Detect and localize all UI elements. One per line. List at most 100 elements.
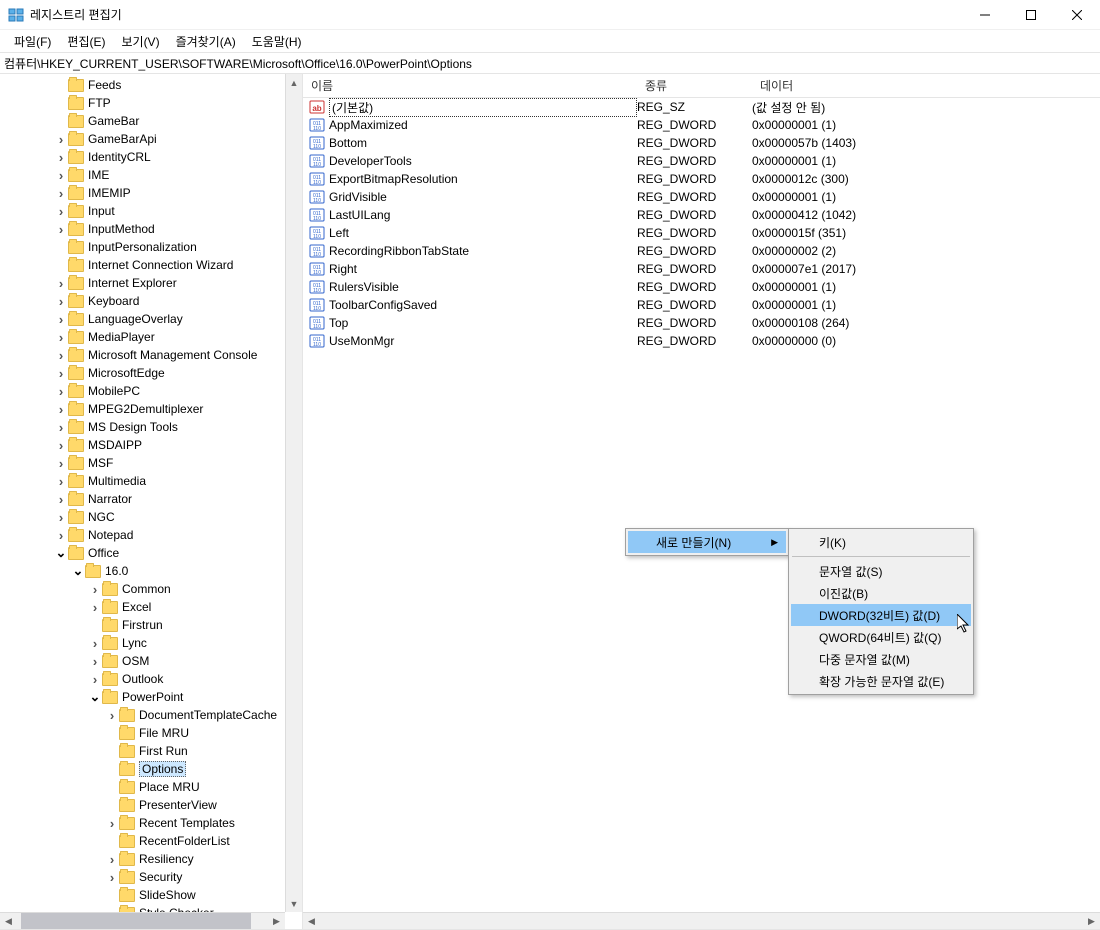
- column-type[interactable]: 종류: [637, 74, 752, 97]
- tree-item[interactable]: ›MSDAIPP: [4, 436, 302, 454]
- value-row[interactable]: 011110DeveloperToolsREG_DWORD0x00000001 …: [303, 152, 1100, 170]
- close-button[interactable]: [1054, 0, 1100, 30]
- chevron-right-icon[interactable]: ›: [55, 457, 67, 469]
- submenu-binary[interactable]: 이진값(B): [791, 582, 971, 604]
- value-row[interactable]: 011110AppMaximizedREG_DWORD0x00000001 (1…: [303, 116, 1100, 134]
- chevron-right-icon[interactable]: ›: [55, 223, 67, 235]
- tree-item[interactable]: Feeds: [4, 76, 302, 94]
- submenu-string[interactable]: 문자열 값(S): [791, 560, 971, 582]
- chevron-right-icon[interactable]: ›: [55, 493, 67, 505]
- tree-item[interactable]: ›Notepad: [4, 526, 302, 544]
- tree-item[interactable]: ›GameBarApi: [4, 130, 302, 148]
- tree-item[interactable]: ›Internet Explorer: [4, 274, 302, 292]
- chevron-right-icon[interactable]: ›: [55, 151, 67, 163]
- menu-view[interactable]: 보기(V): [113, 31, 167, 52]
- tree-item[interactable]: FTP: [4, 94, 302, 112]
- value-row[interactable]: 011110TopREG_DWORD0x00000108 (264): [303, 314, 1100, 332]
- value-list-pane[interactable]: 이름 종류 데이터 ab(기본값)REG_SZ(값 설정 안 됨)011110A…: [303, 74, 1100, 929]
- tree-item[interactable]: ›OSM: [4, 652, 302, 670]
- scroll-right-icon[interactable]: ▶: [1083, 913, 1100, 930]
- tree-item[interactable]: ›Outlook: [4, 670, 302, 688]
- chevron-right-icon[interactable]: ›: [55, 439, 67, 451]
- tree-item[interactable]: ›MobilePC: [4, 382, 302, 400]
- chevron-right-icon[interactable]: ›: [106, 709, 118, 721]
- value-row[interactable]: 011110LeftREG_DWORD0x0000015f (351): [303, 224, 1100, 242]
- chevron-right-icon[interactable]: ›: [55, 295, 67, 307]
- tree-item[interactable]: SlideShow: [4, 886, 302, 904]
- submenu-multi[interactable]: 다중 문자열 값(M): [791, 648, 971, 670]
- chevron-down-icon[interactable]: ⌄: [89, 691, 101, 703]
- tree-item[interactable]: RecentFolderList: [4, 832, 302, 850]
- tree-item[interactable]: ›Common: [4, 580, 302, 598]
- tree-item[interactable]: ›Input: [4, 202, 302, 220]
- tree-item[interactable]: Firstrun: [4, 616, 302, 634]
- value-row[interactable]: 011110ExportBitmapResolutionREG_DWORD0x0…: [303, 170, 1100, 188]
- menu-help[interactable]: 도움말(H): [244, 31, 310, 52]
- tree-item[interactable]: ›MPEG2Demultiplexer: [4, 400, 302, 418]
- tree-item[interactable]: File MRU: [4, 724, 302, 742]
- submenu-key[interactable]: 키(K): [791, 531, 971, 553]
- chevron-right-icon[interactable]: ›: [55, 169, 67, 181]
- tree-item[interactable]: GameBar: [4, 112, 302, 130]
- tree-item[interactable]: ›IME: [4, 166, 302, 184]
- tree-item[interactable]: ›IdentityCRL: [4, 148, 302, 166]
- context-submenu[interactable]: 키(K) 문자열 값(S) 이진값(B) DWORD(32비트) 값(D) QW…: [788, 528, 974, 695]
- tree-item[interactable]: ⌄PowerPoint: [4, 688, 302, 706]
- tree-item[interactable]: ›MediaPlayer: [4, 328, 302, 346]
- address-bar[interactable]: 컴퓨터\HKEY_CURRENT_USER\SOFTWARE\Microsoft…: [0, 52, 1100, 74]
- tree-item[interactable]: ›Keyboard: [4, 292, 302, 310]
- tree-item[interactable]: ›Multimedia: [4, 472, 302, 490]
- scroll-left-icon[interactable]: ◀: [0, 913, 17, 929]
- chevron-right-icon[interactable]: ›: [89, 673, 101, 685]
- tree-item[interactable]: ⌄16.0: [4, 562, 302, 580]
- tree-item[interactable]: ›Narrator: [4, 490, 302, 508]
- chevron-right-icon[interactable]: ›: [55, 511, 67, 523]
- chevron-right-icon[interactable]: ›: [55, 403, 67, 415]
- chevron-right-icon[interactable]: ›: [89, 601, 101, 613]
- scroll-left-icon[interactable]: ◀: [303, 913, 320, 930]
- value-row[interactable]: 011110RulersVisibleREG_DWORD0x00000001 (…: [303, 278, 1100, 296]
- chevron-right-icon[interactable]: ›: [106, 871, 118, 883]
- chevron-right-icon[interactable]: ›: [55, 367, 67, 379]
- chevron-right-icon[interactable]: ›: [55, 475, 67, 487]
- tree-item[interactable]: ›MSF: [4, 454, 302, 472]
- submenu-expand[interactable]: 확장 가능한 문자열 값(E): [791, 670, 971, 692]
- value-row[interactable]: 011110RightREG_DWORD0x000007e1 (2017): [303, 260, 1100, 278]
- value-row[interactable]: 011110LastUILangREG_DWORD0x00000412 (104…: [303, 206, 1100, 224]
- tree-item[interactable]: ›MicrosoftEdge: [4, 364, 302, 382]
- chevron-right-icon[interactable]: ›: [55, 133, 67, 145]
- submenu-qword[interactable]: QWORD(64비트) 값(Q): [791, 626, 971, 648]
- submenu-dword[interactable]: DWORD(32비트) 값(D): [791, 604, 971, 626]
- chevron-right-icon[interactable]: ›: [55, 205, 67, 217]
- maximize-button[interactable]: [1008, 0, 1054, 30]
- chevron-right-icon[interactable]: ›: [55, 385, 67, 397]
- tree-item[interactable]: ›LanguageOverlay: [4, 310, 302, 328]
- chevron-right-icon[interactable]: ›: [55, 331, 67, 343]
- list-horizontal-scrollbar[interactable]: ◀ ▶: [303, 912, 1100, 929]
- tree-item[interactable]: ›MS Design Tools: [4, 418, 302, 436]
- tree-item[interactable]: ⌄Office: [4, 544, 302, 562]
- menu-file[interactable]: 파일(F): [6, 31, 59, 52]
- chevron-right-icon[interactable]: ›: [55, 421, 67, 433]
- chevron-right-icon[interactable]: ›: [106, 817, 118, 829]
- context-menu[interactable]: 새로 만들기(N) ▶: [625, 528, 789, 556]
- menu-favorites[interactable]: 즐겨찾기(A): [168, 31, 244, 52]
- context-new[interactable]: 새로 만들기(N) ▶: [628, 531, 786, 553]
- value-row[interactable]: 011110UseMonMgrREG_DWORD0x00000000 (0): [303, 332, 1100, 350]
- scroll-right-icon[interactable]: ▶: [268, 913, 285, 929]
- tree-item[interactable]: InputPersonalization: [4, 238, 302, 256]
- tree-item[interactable]: ›Resiliency: [4, 850, 302, 868]
- tree-item[interactable]: Internet Connection Wizard: [4, 256, 302, 274]
- scroll-up-icon[interactable]: ▲: [286, 74, 302, 91]
- chevron-right-icon[interactable]: ›: [106, 853, 118, 865]
- tree-item[interactable]: ›Lync: [4, 634, 302, 652]
- chevron-right-icon[interactable]: ›: [55, 313, 67, 325]
- chevron-right-icon[interactable]: ›: [89, 637, 101, 649]
- tree-item[interactable]: ›Recent Templates: [4, 814, 302, 832]
- tree-item[interactable]: ›Security: [4, 868, 302, 886]
- scroll-thumb[interactable]: [21, 913, 251, 929]
- value-row[interactable]: 011110RecordingRibbonTabStateREG_DWORD0x…: [303, 242, 1100, 260]
- tree-item[interactable]: First Run: [4, 742, 302, 760]
- tree-item[interactable]: Place MRU: [4, 778, 302, 796]
- tree-item[interactable]: ›IMEMIP: [4, 184, 302, 202]
